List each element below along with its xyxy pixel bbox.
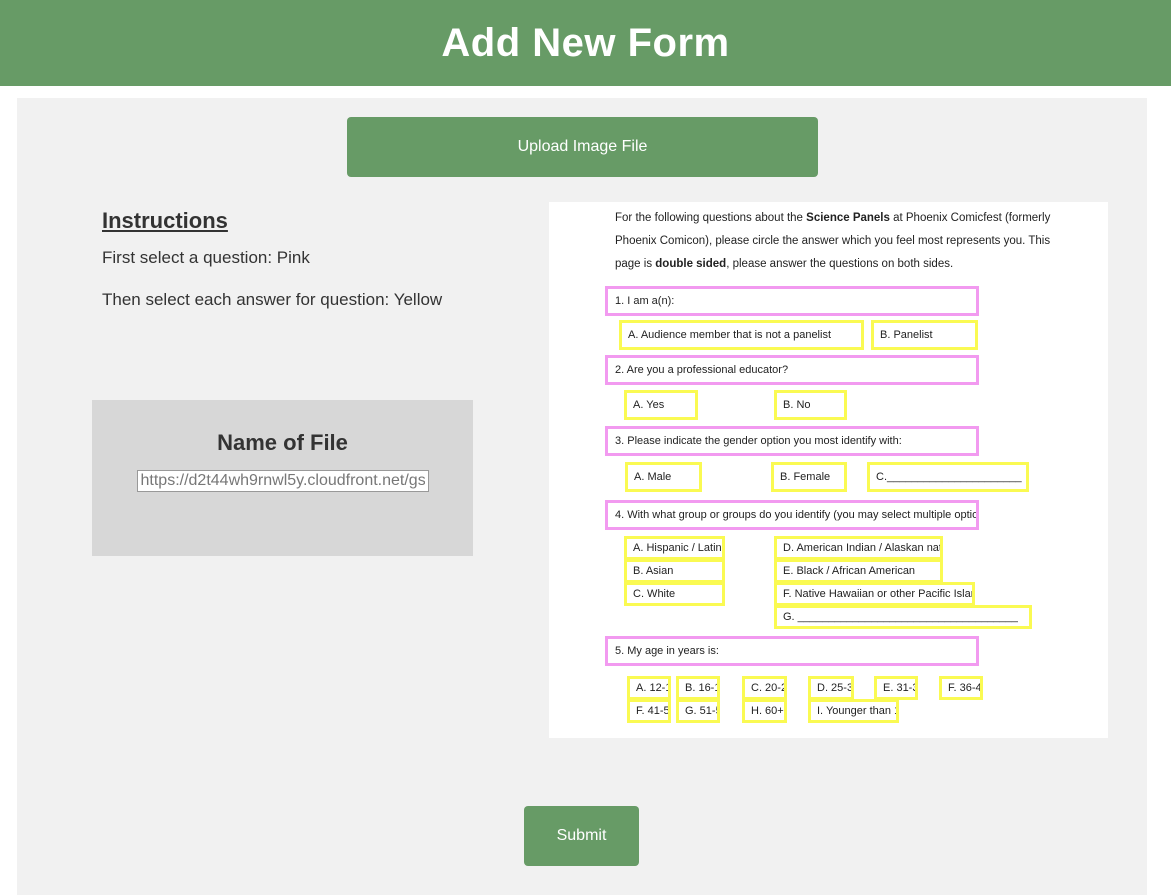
instruction-answer: Then select each answer for question: Ye…: [102, 290, 443, 309]
instructions-title: Instructions: [102, 208, 228, 233]
answer-box[interactable]: B. Female: [771, 462, 847, 492]
page-title: Add New Form: [441, 20, 730, 65]
answer-box[interactable]: F. Native Hawaiian or other Pacific Isla…: [774, 582, 975, 606]
answer-box[interactable]: H. 60+: [742, 699, 787, 723]
question-box[interactable]: 3. Please indicate the gender option you…: [605, 426, 979, 456]
answer-box[interactable]: A. Hispanic / Latino: [624, 536, 725, 560]
answer-box[interactable]: B. 16-19: [676, 676, 720, 700]
question-box[interactable]: 1. I am a(n):: [605, 286, 979, 316]
question-box[interactable]: 5. My age in years is:: [605, 636, 979, 666]
answer-box[interactable]: D. American Indian / Alaskan native: [774, 536, 943, 560]
form-panel: Upload Image File Instructions First sel…: [17, 98, 1147, 895]
upload-image-button[interactable]: Upload Image File: [347, 117, 818, 177]
answer-box[interactable]: G. ____________________________________: [774, 605, 1032, 629]
answer-box[interactable]: E. Black / African American: [774, 559, 943, 583]
answer-box[interactable]: F. 41-50: [627, 699, 671, 723]
answer-box[interactable]: A. 12-15: [627, 676, 671, 700]
answer-box[interactable]: D. 25-30: [808, 676, 854, 700]
answer-box[interactable]: A. Male: [625, 462, 702, 492]
file-name-input[interactable]: [136, 470, 429, 492]
answer-box[interactable]: G. 51-59: [676, 699, 720, 723]
file-name-box: Name of File: [92, 400, 473, 556]
instructions-section: Instructions First select a question: Pi…: [102, 208, 522, 310]
form-intro-text: For the following questions about the Sc…: [615, 212, 1051, 270]
answer-box[interactable]: A. Audience member that is not a panelis…: [619, 320, 864, 350]
answer-box[interactable]: A. Yes: [624, 390, 698, 420]
answer-box[interactable]: B. Panelist: [871, 320, 978, 350]
answer-box[interactable]: C. White: [624, 582, 725, 606]
question-box[interactable]: 2. Are you a professional educator?: [605, 355, 979, 385]
answer-box[interactable]: E. 31-35: [874, 676, 918, 700]
instruction-question: First select a question: Pink: [102, 248, 310, 267]
answer-box[interactable]: B. Asian: [624, 559, 725, 583]
answer-box[interactable]: C. 20-24: [742, 676, 787, 700]
answer-box[interactable]: I. Younger than 12: [808, 699, 899, 723]
file-name-heading: Name of File: [217, 430, 348, 455]
submit-button[interactable]: Submit: [524, 806, 639, 866]
answer-box[interactable]: C.______________________: [867, 462, 1029, 492]
answer-box[interactable]: F. 36-40: [939, 676, 983, 700]
form-image-preview[interactable]: For the following questions about the Sc…: [549, 202, 1108, 738]
page-header: Add New Form: [0, 0, 1171, 86]
question-box[interactable]: 4. With what group or groups do you iden…: [605, 500, 979, 530]
answer-box[interactable]: B. No: [774, 390, 847, 420]
